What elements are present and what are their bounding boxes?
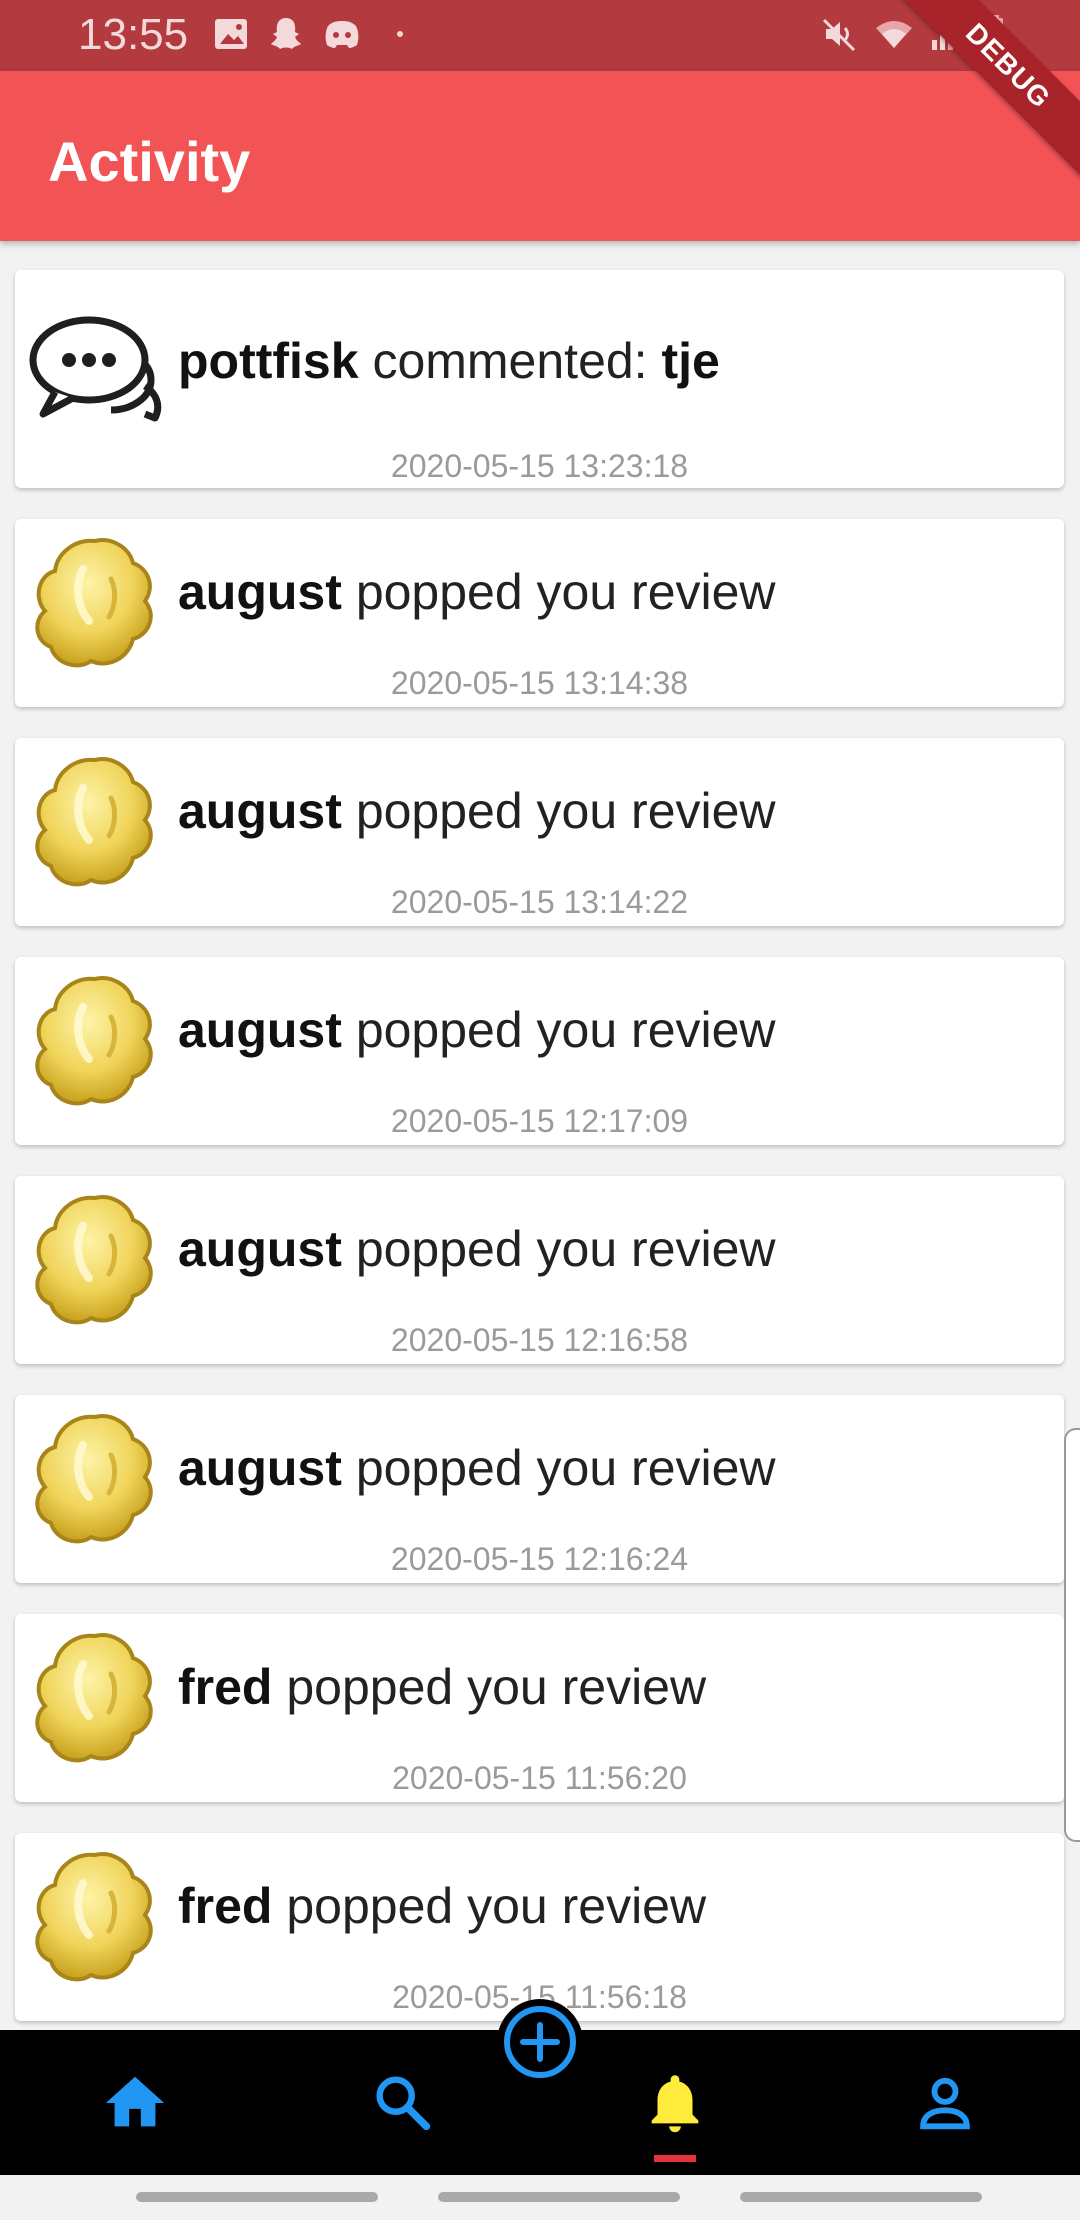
activity-action: popped you review — [286, 1878, 707, 1934]
mute-icon — [822, 18, 856, 52]
status-bar: 13:55 — [0, 0, 1080, 71]
activity-card[interactable]: pottfisk commented: tje 2020-05-15 13:23:… — [15, 270, 1064, 488]
activity-username[interactable]: august — [178, 1221, 342, 1277]
activity-username[interactable]: august — [178, 783, 342, 839]
activity-card[interactable]: august popped you review 2020-05-15 12:16… — [15, 1176, 1064, 1364]
activity-username[interactable]: fred — [178, 1878, 272, 1934]
activity-username[interactable]: august — [178, 1002, 342, 1058]
activity-action: commented: — [372, 333, 648, 389]
activity-text: august popped you review — [178, 782, 776, 840]
activity-action: popped you review — [355, 783, 776, 839]
activity-text: august popped you review — [178, 1001, 776, 1059]
activity-timestamp: 2020-05-15 13:23:18 — [390, 448, 689, 484]
scrollbar-thumb[interactable] — [1064, 1428, 1080, 1842]
activity-text: pottfisk commented: tje — [178, 332, 720, 390]
page-title: Activity — [48, 130, 251, 193]
activity-timestamp: 2020-05-15 12:16:58 — [390, 1322, 689, 1358]
activity-text: fred popped you review — [178, 1658, 706, 1716]
activity-timestamp: 2020-05-15 13:14:38 — [390, 665, 689, 701]
activity-card[interactable]: august popped you review 2020-05-15 12:16… — [15, 1395, 1064, 1583]
activity-username[interactable]: august — [178, 1440, 342, 1496]
activity-action: popped you review — [355, 1221, 776, 1277]
activity-text: fred popped you review — [178, 1877, 706, 1935]
activity-action: popped you review — [286, 1659, 707, 1715]
popcorn-icon — [25, 529, 165, 679]
gesture-handle-center[interactable] — [438, 2192, 680, 2202]
popcorn-icon — [25, 748, 165, 898]
activity-card[interactable]: august popped you review 2020-05-15 13:14… — [15, 519, 1064, 707]
activity-card[interactable]: fred popped you review 2020-05-15 11:56:2… — [15, 1614, 1064, 1802]
wifi-icon — [876, 21, 912, 48]
gesture-handle-left[interactable] — [136, 2192, 378, 2202]
home-icon[interactable] — [100, 2068, 170, 2138]
activity-action: popped you review — [355, 1440, 776, 1496]
add-button[interactable] — [497, 1999, 583, 2085]
activity-timestamp: 2020-05-15 12:16:24 — [390, 1541, 689, 1577]
activity-username[interactable]: fred — [178, 1659, 272, 1715]
activity-username[interactable]: august — [178, 564, 342, 620]
activity-text: august popped you review — [178, 1220, 776, 1278]
activity-action: popped you review — [355, 1002, 776, 1058]
gallery-icon — [215, 19, 247, 49]
activity-feed[interactable]: pottfisk commented: tje 2020-05-15 13:23:… — [0, 241, 1080, 2031]
activity-timestamp: 2020-05-15 12:17:09 — [390, 1103, 689, 1139]
app-bar: Activity — [0, 71, 1080, 241]
notification-dot-icon — [397, 31, 403, 37]
discord-icon — [325, 21, 359, 48]
popcorn-icon — [25, 1186, 165, 1336]
activity-comment: tje — [661, 333, 720, 389]
activity-card[interactable]: august popped you review 2020-05-15 12:17… — [15, 957, 1064, 1145]
signal-icon — [932, 20, 961, 50]
activity-timestamp: 2020-05-15 11:56:20 — [392, 1760, 687, 1796]
popcorn-icon — [25, 1843, 165, 1993]
person-icon[interactable] — [910, 2068, 980, 2138]
popcorn-icon — [25, 1405, 165, 1555]
search-icon[interactable] — [368, 2068, 438, 2138]
status-time: 13:55 — [78, 10, 189, 59]
comment-icon — [25, 302, 165, 452]
popcorn-icon — [25, 967, 165, 1117]
popcorn-icon — [25, 1624, 165, 1774]
gesture-handle-right[interactable] — [740, 2192, 982, 2202]
battery-icon — [989, 15, 1003, 51]
activity-timestamp: 2020-05-15 13:14:22 — [390, 884, 689, 920]
snapchat-icon — [271, 18, 301, 49]
activity-username[interactable]: pottfisk — [178, 333, 359, 389]
activity-text: august popped you review — [178, 1439, 776, 1497]
activity-text: august popped you review — [178, 563, 776, 621]
activity-card[interactable]: fred popped you review 2020-05-15 11:56:1… — [15, 1833, 1064, 2021]
activity-action: popped you review — [355, 564, 776, 620]
activity-card[interactable]: august popped you review 2020-05-15 13:14… — [15, 738, 1064, 926]
active-tab-indicator — [654, 2155, 696, 2162]
add-circle-icon — [504, 2006, 576, 2078]
bell-icon[interactable] — [640, 2068, 710, 2138]
